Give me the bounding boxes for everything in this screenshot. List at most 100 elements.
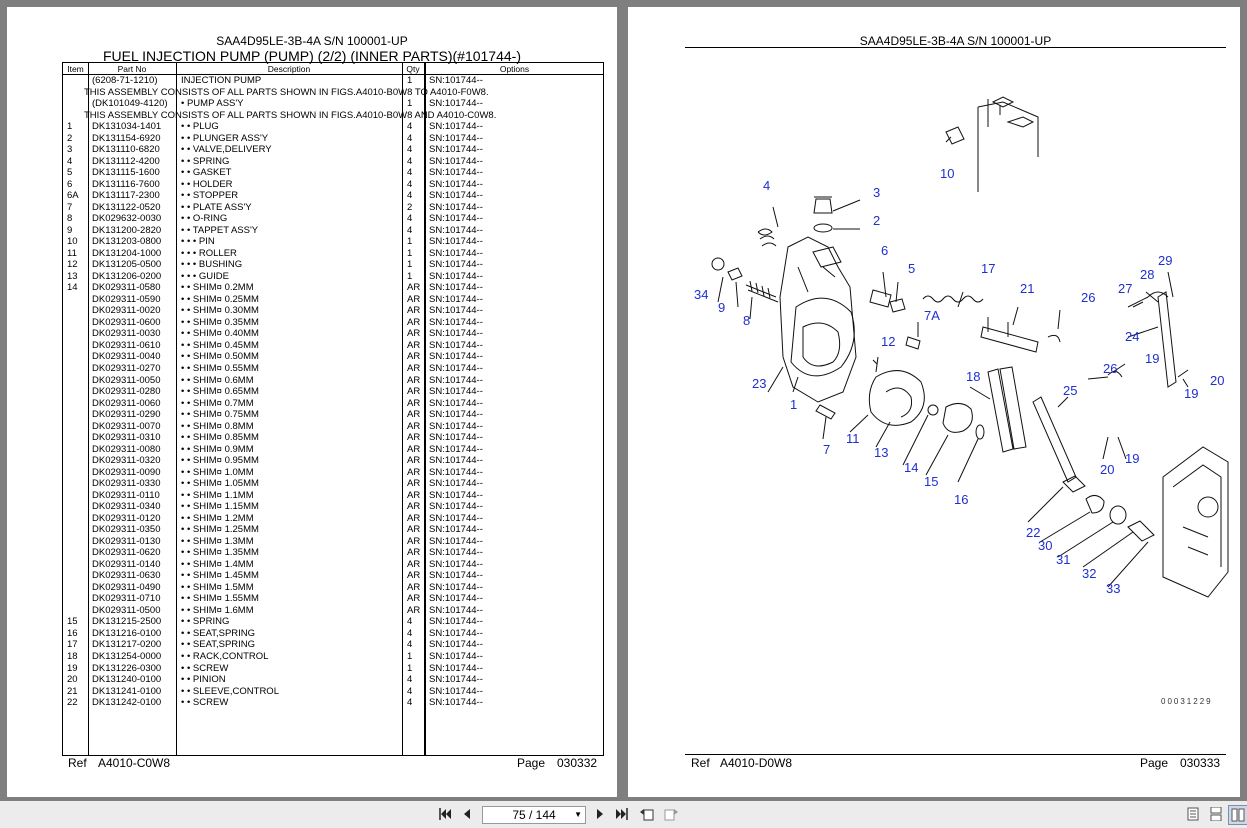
callout-label: 12: [881, 334, 895, 349]
item-number: 6: [67, 178, 73, 190]
page-dropdown-icon[interactable]: ▼: [574, 807, 582, 823]
next-page-icon[interactable]: [591, 805, 609, 823]
part-qty: AR: [407, 316, 421, 328]
part-description: • • SPRING: [181, 155, 230, 167]
part-options: SN:101744--: [429, 75, 483, 86]
part-number: DK131122-0520: [92, 201, 161, 213]
part-qty: 4: [407, 616, 413, 628]
right-ref-label: Ref: [691, 756, 710, 770]
last-page-icon[interactable]: [613, 805, 631, 823]
part-options: SN:101744--: [429, 524, 483, 536]
callout-label: 1: [790, 397, 797, 412]
assembly-note-row: THIS ASSEMBLY CONSISTS OF ALL PARTS SHOW…: [63, 87, 603, 99]
part-number: DK029311-0490: [92, 581, 161, 593]
part-number: DK131204-1000: [92, 247, 162, 259]
callout-label: 24: [1125, 329, 1139, 344]
part-description: INJECTION PUMP: [181, 75, 262, 86]
part-description: • • • PIN: [181, 236, 215, 248]
part-qty: AR: [407, 593, 421, 605]
part-options: SN:101744--: [429, 144, 483, 156]
callout-label: 4: [763, 178, 770, 193]
previous-view-icon[interactable]: [638, 805, 656, 823]
part-qty: AR: [407, 547, 421, 559]
part-number: DK131115-1600: [92, 167, 160, 179]
part-qty: AR: [407, 397, 421, 409]
part-description: • • SHIM¤ 1.6MM: [181, 604, 254, 616]
part-number: DK029311-0030: [92, 328, 161, 340]
page-number-field[interactable]: 75 / 144 ▼: [482, 806, 586, 824]
part-number: DK029632-0030: [92, 213, 162, 225]
col-item-header: Item: [67, 64, 84, 74]
col-part-no-header: Part No: [117, 64, 147, 74]
part-qty: 4: [407, 167, 413, 179]
part-options: SN:101744--: [429, 409, 483, 421]
part-description: • • SHIM¤ 1.05MM: [181, 478, 259, 490]
part-qty: AR: [407, 558, 421, 570]
callout-label: 19: [1125, 451, 1139, 466]
part-row: DK029311-0050 • • SHIM¤ 0.6MM AR SN:101744-…: [63, 375, 603, 387]
item-number: 18: [67, 651, 78, 662]
callout-label: 9: [718, 300, 725, 315]
part-qty: AR: [407, 466, 421, 478]
assembly-note: THIS ASSEMBLY CONSISTS OF ALL PARTS SHOW…: [84, 86, 489, 98]
part-qty: AR: [407, 386, 421, 398]
part-row: DK029311-0070 • • SHIM¤ 0.8MM AR SN:101744-…: [63, 421, 603, 433]
item-number: 5: [67, 167, 73, 179]
item-number: 7: [67, 201, 73, 213]
single-page-view-icon[interactable]: [1184, 805, 1202, 823]
callout-label: 33: [1106, 581, 1120, 596]
part-description: • • SPRING: [181, 616, 230, 628]
part-number: DK029311-0500: [92, 604, 161, 616]
callout-label: 2: [873, 213, 880, 228]
part-options: SN:101744--: [429, 282, 483, 294]
next-view-icon[interactable]: [662, 805, 680, 823]
part-qty: 1: [407, 651, 413, 662]
part-row: 18 DK131254-0000 • • RACK,CONTROL 1 SN:10174…: [63, 651, 603, 663]
part-qty: AR: [407, 512, 421, 524]
part-number: DK029311-0590: [92, 293, 161, 305]
part-row: DK029311-0350 • • SHIM¤ 1.25MM AR SN:101744…: [63, 524, 603, 536]
two-page-view-icon[interactable]: [1228, 805, 1247, 825]
callout-label: 34: [694, 287, 708, 302]
part-options: SN:101744--: [429, 478, 483, 490]
part-description: • • STOPPER: [181, 190, 239, 202]
part-options: SN:101744--: [429, 593, 483, 605]
part-description: • • SHIM¤ 1.3MM: [181, 535, 254, 547]
part-number: DK029311-0310: [92, 432, 161, 444]
part-number: DK029311-0320: [92, 455, 161, 467]
part-description: • • SHIM¤ 1.55MM: [181, 593, 259, 605]
part-description: • • SEAT,SPRING: [181, 627, 256, 639]
callout-labels: 104 3265 1721262928273498 7A241219262019231…: [694, 166, 1224, 596]
item-number: 20: [67, 674, 78, 686]
part-qty: 4: [407, 697, 413, 709]
part-row: 10 DK131203-0800 • • • PIN 1 SN:101744--: [63, 236, 603, 248]
part-options: SN:101744--: [429, 420, 483, 432]
left-ref-label: Ref: [68, 756, 87, 770]
part-options: SN:101744--: [429, 432, 483, 444]
callout-label: 13: [874, 445, 888, 460]
part-qty: 1: [407, 236, 413, 248]
left-page-number: 030332: [557, 756, 598, 770]
part-qty: AR: [407, 328, 421, 340]
item-number: 12: [67, 259, 78, 271]
part-qty: 4: [407, 685, 413, 697]
drawing-code: 00031229: [1161, 697, 1213, 706]
part-qty: AR: [407, 351, 421, 363]
part-number: DK029311-0020: [92, 305, 161, 317]
part-description: • • SHIM¤ 1.2MM: [181, 512, 254, 524]
part-options: SN:101744--: [429, 236, 483, 248]
part-row: DK029311-0110 • • SHIM¤ 1.1MM AR SN:101744-…: [63, 490, 603, 502]
item-number: 22: [67, 697, 78, 709]
item-number: 21: [67, 685, 78, 697]
part-row: DK029311-0490 • • SHIM¤ 1.5MM AR SN:101744-…: [63, 582, 603, 594]
part-description: • • SHIM¤ 0.2MM: [181, 282, 254, 294]
continuous-view-icon[interactable]: [1207, 805, 1225, 823]
part-description: • • SLEEVE,CONTROL: [181, 685, 279, 697]
part-row: 9 DK131200-2820 • • TAPPET ASS'Y 4 SN:101744…: [63, 225, 603, 237]
part-description: • • SHIM¤ 0.9MM: [181, 443, 254, 455]
item-number: 9: [67, 224, 73, 236]
first-page-icon[interactable]: [436, 805, 454, 823]
part-row: DK029311-0630 • • SHIM¤ 1.45MM AR SN:101744…: [63, 570, 603, 582]
prev-page-icon[interactable]: [458, 805, 476, 823]
part-number: DK029311-0350: [92, 524, 161, 536]
